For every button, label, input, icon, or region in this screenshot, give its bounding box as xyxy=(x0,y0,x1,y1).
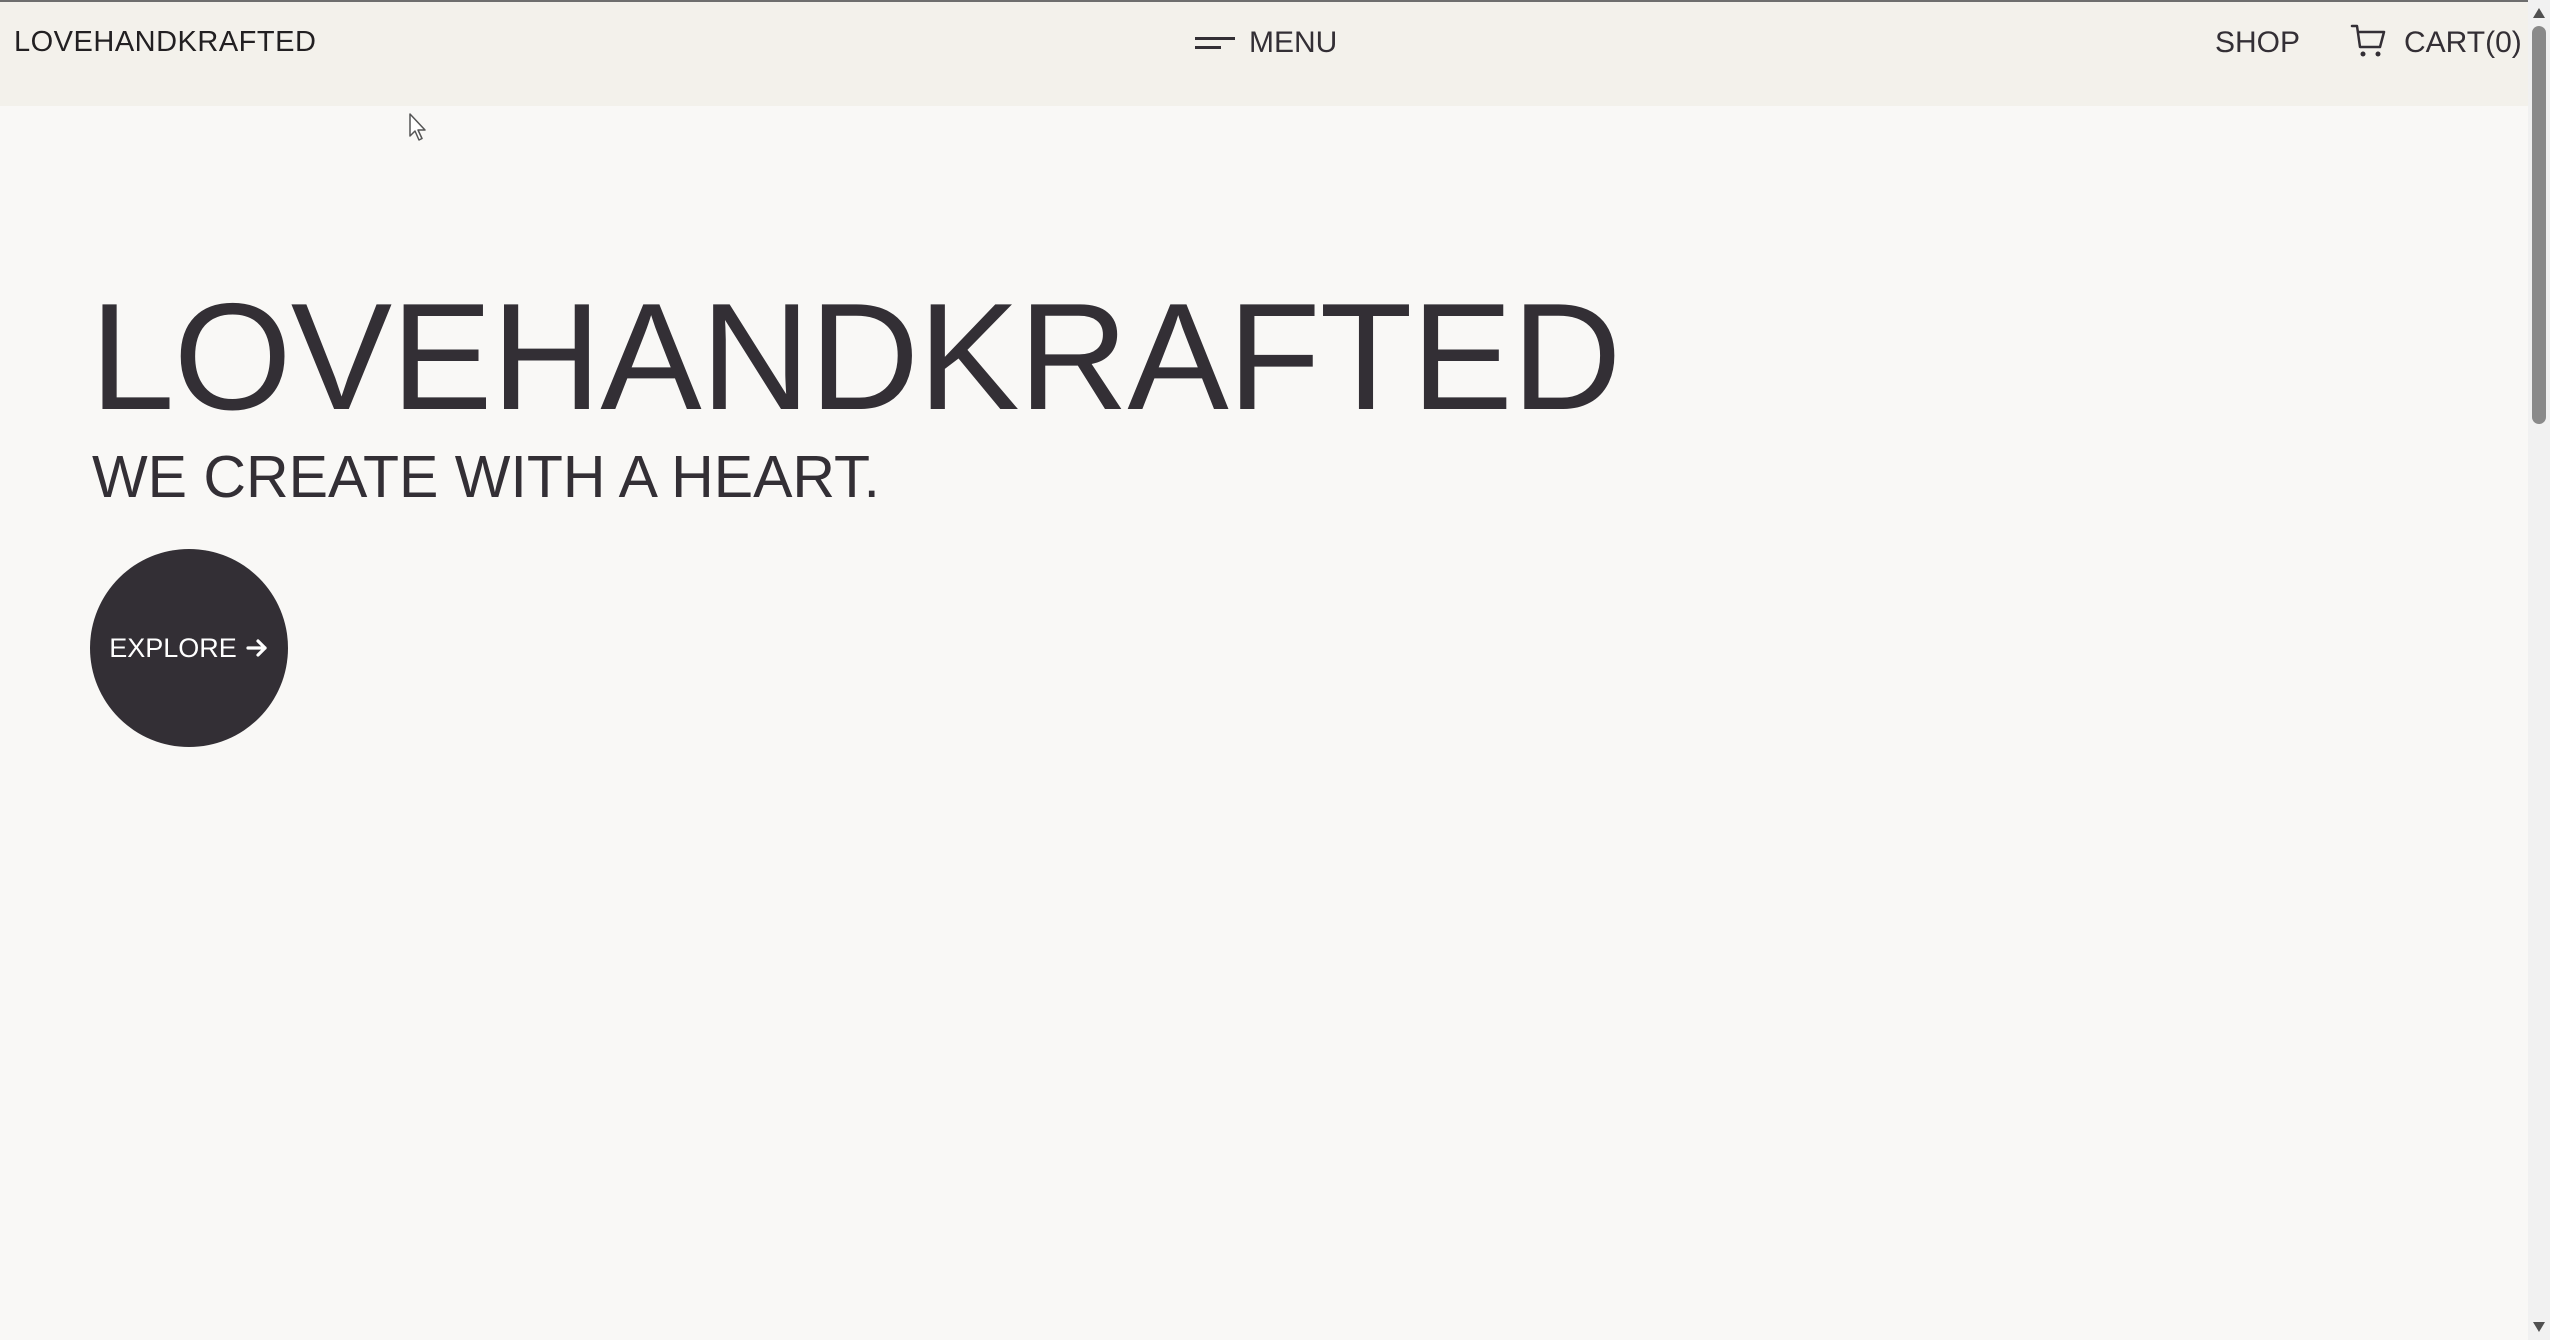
menu-label: MENU xyxy=(1249,26,1338,59)
cart-link[interactable]: CART(0) xyxy=(2350,22,2522,60)
shopping-cart-icon xyxy=(2350,24,2386,57)
scroll-up-arrow-icon[interactable] xyxy=(2533,8,2545,18)
mouse-pointer-icon xyxy=(409,113,426,141)
hero-section: LOVEHANDKRAFTED WE CREATE WITH A HEART. xyxy=(90,272,1622,510)
page: LOVEHANDKRAFTED MENU SHOP CART(0) LOVEHA… xyxy=(0,0,2550,1340)
shop-link[interactable]: SHOP xyxy=(2215,26,2300,60)
site-header: LOVEHANDKRAFTED MENU SHOP CART(0) xyxy=(0,0,2528,106)
hero-title: LOVEHANDKRAFTED xyxy=(90,272,1622,442)
arrow-right-icon xyxy=(246,639,267,657)
vertical-scrollbar[interactable] xyxy=(2528,0,2550,1340)
hamburger-menu-icon xyxy=(1195,34,1235,52)
scroll-down-arrow-icon[interactable] xyxy=(2533,1322,2545,1332)
explore-button[interactable]: EXPLORE xyxy=(90,549,288,747)
hero-subtitle: WE CREATE WITH A HEART. xyxy=(92,444,880,510)
scrollbar-thumb[interactable] xyxy=(2532,26,2546,424)
menu-button[interactable]: MENU xyxy=(1195,26,1337,60)
site-logo-link[interactable]: LOVEHANDKRAFTED xyxy=(14,26,316,59)
explore-button-label: EXPLORE xyxy=(109,632,237,663)
cart-label: CART(0) xyxy=(2404,26,2522,59)
